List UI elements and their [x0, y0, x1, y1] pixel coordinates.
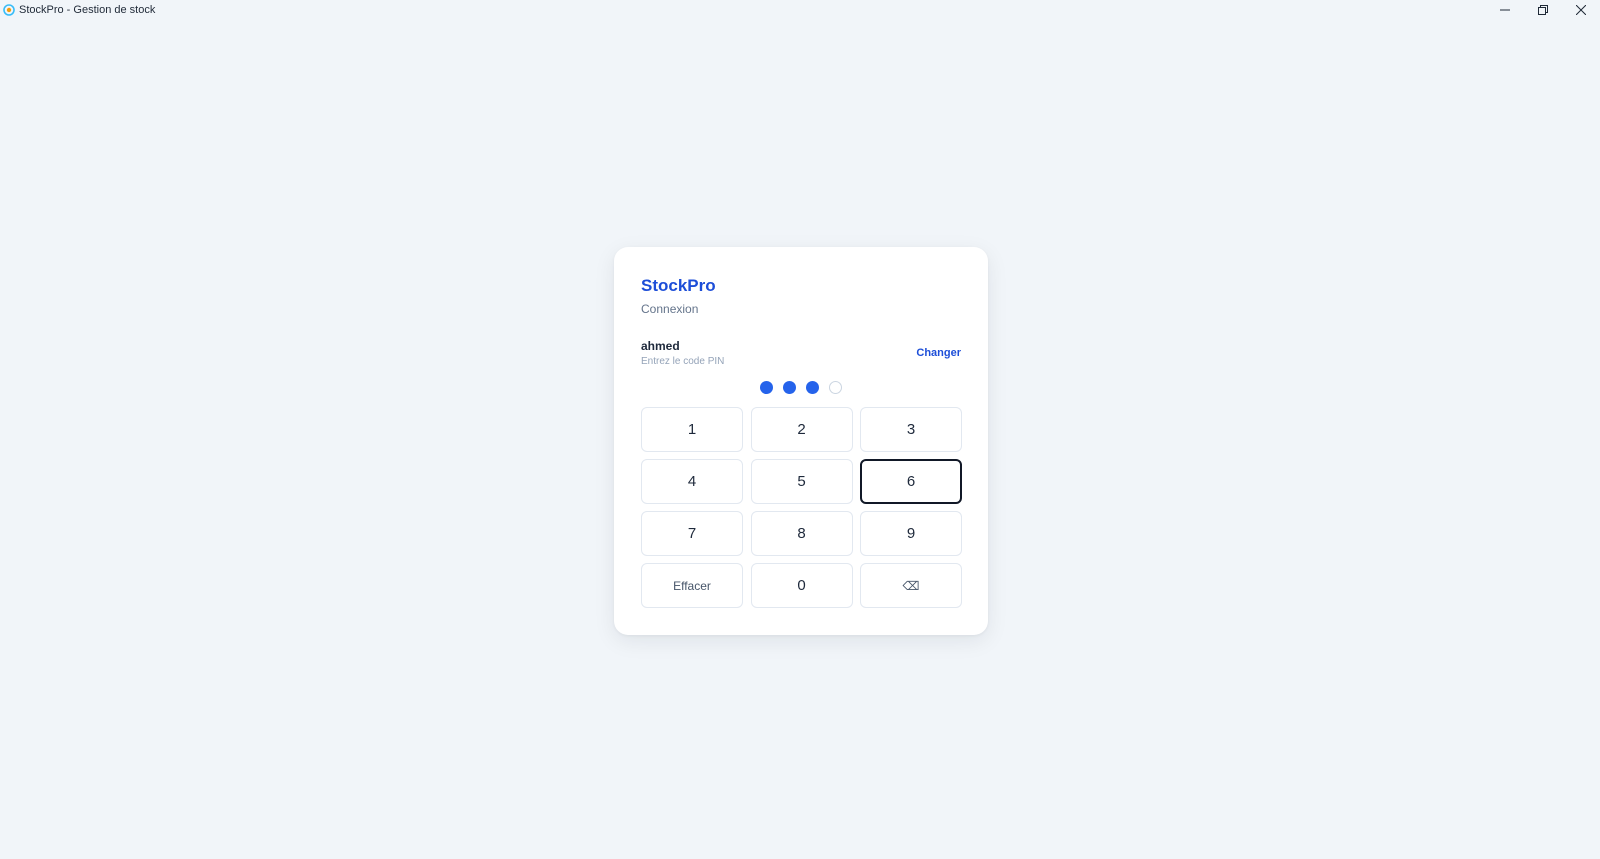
- minimize-icon: [1500, 9, 1510, 11]
- key-7[interactable]: 7: [641, 511, 743, 556]
- minimize-button[interactable]: [1486, 0, 1524, 20]
- key-8[interactable]: 8: [750, 511, 853, 556]
- pin-keypad: 1 2 3 4 5 6 7 8 9 Effacer 0 ⌫: [641, 407, 962, 608]
- key-3[interactable]: 3: [860, 407, 962, 452]
- restore-icon: [1538, 5, 1548, 15]
- close-icon: [1576, 5, 1586, 15]
- pin-dot-filled: [760, 381, 773, 394]
- pin-indicator: [614, 381, 988, 395]
- pin-dot-filled: [783, 381, 796, 394]
- backspace-icon: ⌫: [902, 578, 920, 593]
- key-9[interactable]: 9: [860, 511, 962, 556]
- brand-title: StockPro: [641, 276, 716, 295]
- restore-button[interactable]: [1524, 0, 1562, 20]
- backspace-button[interactable]: ⌫: [860, 563, 962, 608]
- close-button[interactable]: [1562, 0, 1600, 20]
- app-logo-icon: [3, 4, 15, 16]
- clear-button[interactable]: Effacer: [641, 563, 743, 608]
- login-subtitle: Connexion: [641, 302, 699, 316]
- change-user-button[interactable]: Changer: [916, 347, 961, 359]
- pin-dot-empty: [829, 381, 842, 394]
- window-controls: [1486, 0, 1600, 20]
- pin-dot-filled: [806, 381, 819, 394]
- key-6[interactable]: 6: [860, 459, 962, 504]
- window-title: StockPro - Gestion de stock: [19, 4, 156, 16]
- key-1[interactable]: 1: [641, 407, 743, 452]
- window-titlebar: StockPro - Gestion de stock: [0, 0, 1600, 20]
- login-card: StockPro Connexion ahmed Entrez le code …: [614, 247, 988, 635]
- key-2[interactable]: 2: [750, 407, 853, 452]
- pin-hint: Entrez le code PIN: [641, 356, 725, 367]
- key-0[interactable]: 0: [750, 563, 853, 608]
- key-5[interactable]: 5: [750, 459, 853, 504]
- user-name: ahmed: [641, 339, 680, 353]
- key-4[interactable]: 4: [641, 459, 743, 504]
